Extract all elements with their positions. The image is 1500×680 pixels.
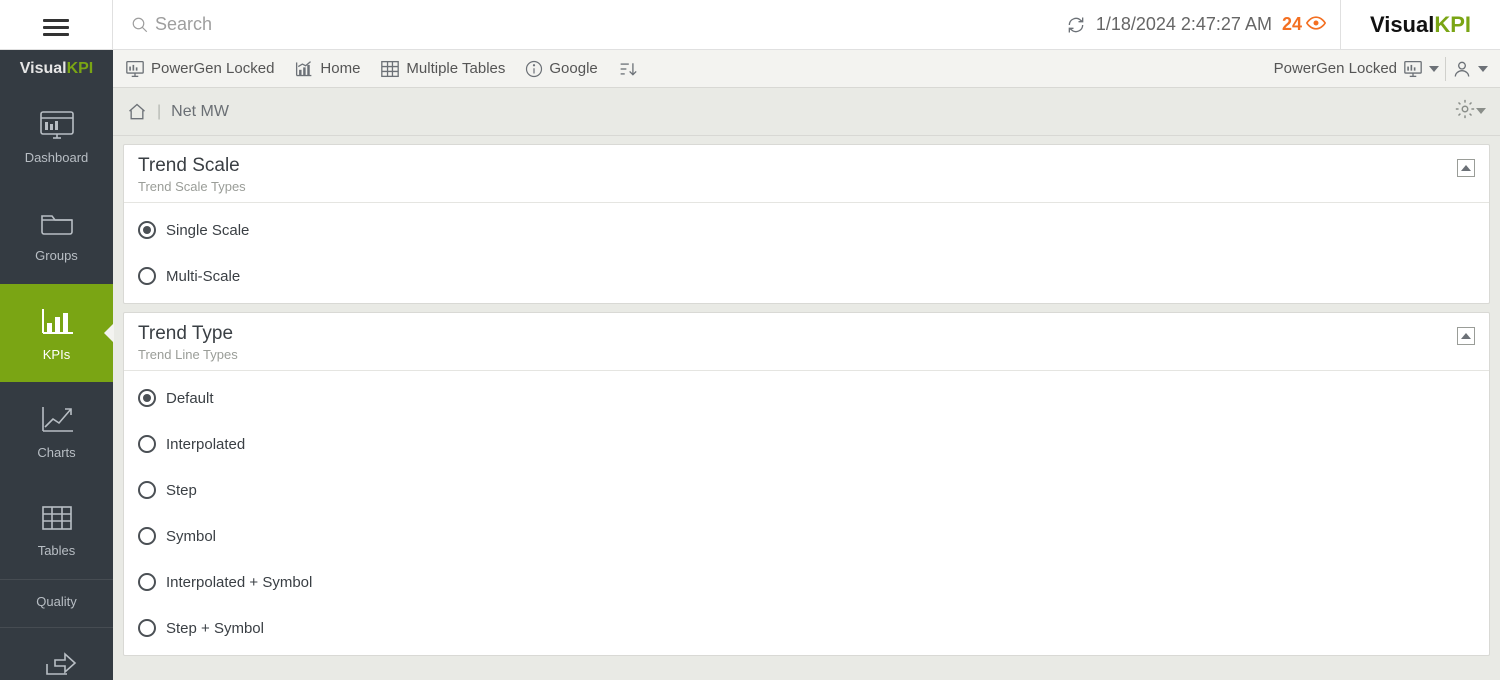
toolbar-multiple-tables[interactable]: Multiple Tables bbox=[380, 60, 505, 78]
bars-icon bbox=[37, 305, 77, 339]
nav-charts[interactable]: Charts bbox=[0, 382, 113, 480]
radio-icon bbox=[138, 619, 156, 637]
home-icon[interactable] bbox=[127, 102, 147, 122]
option-label: Step bbox=[166, 482, 197, 499]
option-label: Default bbox=[166, 390, 214, 407]
table-icon bbox=[37, 501, 77, 535]
user-menu[interactable] bbox=[1452, 59, 1488, 79]
search-placeholder: Search bbox=[155, 14, 212, 35]
nav-dashboard[interactable]: Dashboard bbox=[0, 87, 113, 185]
nav-label: Groups bbox=[35, 248, 78, 263]
toolbar-home[interactable]: Home bbox=[294, 60, 360, 78]
toolbar-label: Home bbox=[320, 60, 360, 77]
info-icon bbox=[525, 60, 543, 78]
toolbar-sort[interactable] bbox=[618, 60, 638, 78]
hamburger-menu-icon[interactable] bbox=[43, 15, 69, 35]
collapse-button[interactable] bbox=[1457, 327, 1475, 345]
option-single-scale[interactable]: Single Scale bbox=[124, 207, 1489, 253]
toolbar-label: Google bbox=[549, 60, 597, 77]
content-area: Trend Scale Trend Scale Types Single Sca… bbox=[113, 136, 1500, 680]
nav-label: KPIs bbox=[43, 347, 70, 362]
option-label: Step + Symbol bbox=[166, 620, 264, 637]
chevron-down-icon bbox=[1476, 103, 1486, 121]
option-label: Multi-Scale bbox=[166, 268, 240, 285]
brand-logo: VisualKPI bbox=[1340, 0, 1500, 49]
option-symbol[interactable]: Symbol bbox=[124, 513, 1489, 559]
breadcrumb-current: Net MW bbox=[171, 103, 229, 121]
panel-trend-type: Trend Type Trend Line Types Default Inte… bbox=[123, 312, 1490, 656]
dashboard-icon bbox=[37, 108, 77, 142]
option-label: Interpolated + Symbol bbox=[166, 574, 312, 591]
toolbar-label: PowerGen Locked bbox=[151, 60, 274, 77]
divider bbox=[1445, 57, 1446, 81]
nav-label: Tables bbox=[38, 543, 76, 558]
chevron-up-icon bbox=[1461, 164, 1471, 172]
option-label: Single Scale bbox=[166, 222, 249, 239]
option-multi-scale[interactable]: Multi-Scale bbox=[124, 253, 1489, 299]
option-label: Symbol bbox=[166, 528, 216, 545]
grid-icon bbox=[380, 60, 400, 78]
toolbar-label: Multiple Tables bbox=[406, 60, 505, 77]
nav-label: Charts bbox=[37, 445, 75, 460]
user-icon bbox=[1452, 59, 1472, 79]
search-icon bbox=[131, 16, 155, 34]
search-input[interactable]: Search bbox=[113, 14, 1052, 35]
monitor-icon bbox=[125, 60, 145, 78]
chevron-up-icon bbox=[1461, 332, 1471, 340]
profile-label: PowerGen Locked bbox=[1274, 60, 1397, 77]
radio-icon bbox=[138, 435, 156, 453]
panel-title: Trend Type bbox=[138, 323, 238, 345]
timestamp: 1/18/2024 2:47:27 AM bbox=[1096, 14, 1272, 35]
nav-share[interactable] bbox=[0, 627, 113, 680]
nav-label: Dashboard bbox=[25, 150, 89, 165]
line-chart-icon bbox=[37, 403, 77, 437]
radio-icon bbox=[138, 527, 156, 545]
radio-icon bbox=[138, 221, 156, 239]
gear-icon bbox=[1454, 98, 1476, 125]
option-step[interactable]: Step bbox=[124, 467, 1489, 513]
option-default[interactable]: Default bbox=[124, 375, 1489, 421]
panel-title: Trend Scale bbox=[138, 155, 246, 177]
option-interpolated[interactable]: Interpolated bbox=[124, 421, 1489, 467]
radio-icon bbox=[138, 389, 156, 407]
share-icon bbox=[37, 646, 77, 680]
toolbar: PowerGen Locked Home Multiple Tables Goo… bbox=[113, 50, 1500, 88]
divider: | bbox=[157, 103, 161, 121]
alert-count[interactable]: 24 bbox=[1282, 14, 1326, 35]
option-step-symbol[interactable]: Step + Symbol bbox=[124, 605, 1489, 651]
radio-icon bbox=[138, 573, 156, 591]
panel-subtitle: Trend Line Types bbox=[138, 347, 238, 362]
sidebar-brand: VisualKPI bbox=[0, 50, 113, 87]
chevron-down-icon bbox=[1429, 64, 1439, 74]
radio-icon bbox=[138, 267, 156, 285]
option-label: Interpolated bbox=[166, 436, 245, 453]
nav-quality[interactable]: Quality bbox=[0, 579, 113, 626]
sort-icon bbox=[618, 60, 638, 78]
eye-icon bbox=[1306, 14, 1326, 35]
breadcrumb: | Net MW bbox=[113, 88, 1500, 136]
settings-menu[interactable] bbox=[1454, 98, 1486, 125]
monitor-icon bbox=[1403, 60, 1423, 78]
nav-tables[interactable]: Tables bbox=[0, 481, 113, 579]
nav-kpis[interactable]: KPIs bbox=[0, 284, 113, 382]
collapse-button[interactable] bbox=[1457, 159, 1475, 177]
panel-subtitle: Trend Scale Types bbox=[138, 179, 246, 194]
chart-up-icon bbox=[294, 60, 314, 78]
nav-label: Quality bbox=[36, 594, 76, 609]
sidebar: VisualKPI Dashboard Groups KPIs Charts bbox=[0, 50, 113, 680]
panel-trend-scale: Trend Scale Trend Scale Types Single Sca… bbox=[123, 144, 1490, 304]
option-interpolated-symbol[interactable]: Interpolated + Symbol bbox=[124, 559, 1489, 605]
radio-icon bbox=[138, 481, 156, 499]
toolbar-google[interactable]: Google bbox=[525, 60, 597, 78]
toolbar-powergen[interactable]: PowerGen Locked bbox=[125, 60, 274, 78]
nav-groups[interactable]: Groups bbox=[0, 186, 113, 284]
refresh-icon[interactable] bbox=[1066, 15, 1086, 35]
profile-selector[interactable]: PowerGen Locked bbox=[1274, 60, 1439, 78]
chevron-down-icon bbox=[1478, 64, 1488, 74]
folder-icon bbox=[37, 206, 77, 240]
